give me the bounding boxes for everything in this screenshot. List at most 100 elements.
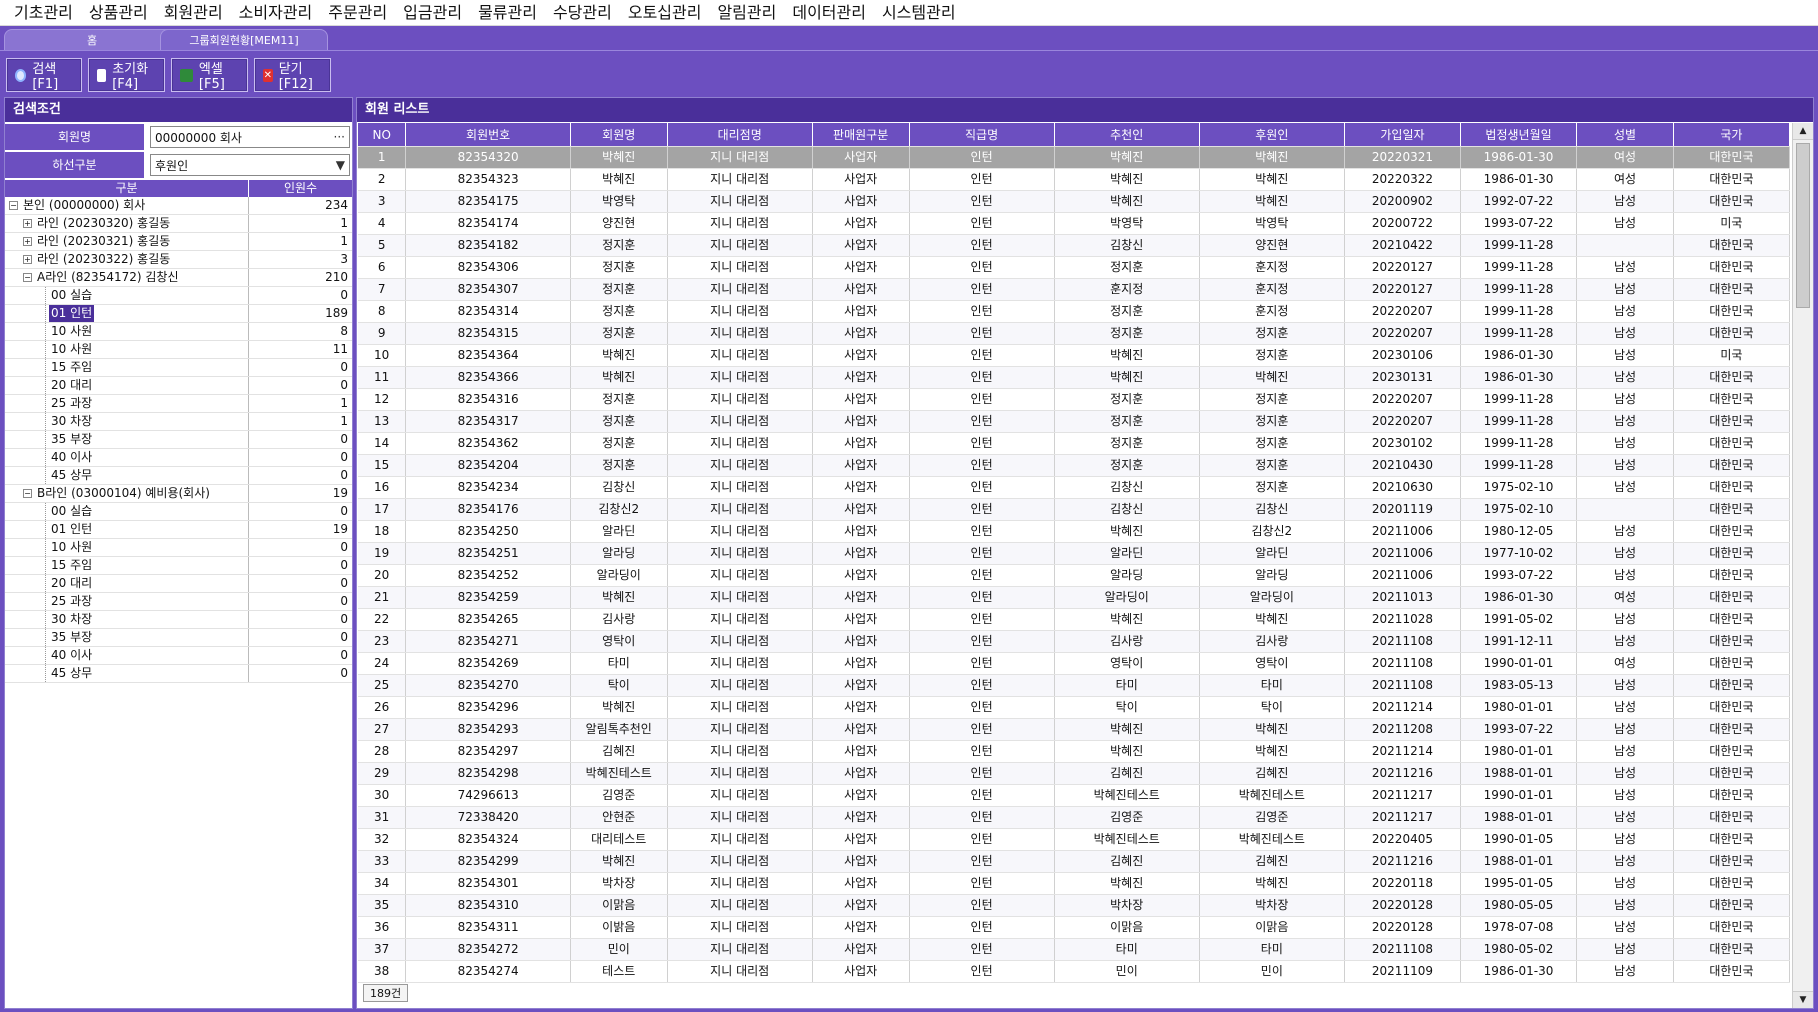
menu-item[interactable]: 회원관리 [156, 1, 231, 25]
tree-row[interactable]: 01 인턴 189 [5, 305, 352, 323]
table-row[interactable]: 9 82354315 정지훈 지니 대리점 사업자 인턴 정지훈 정지훈 20220207 199… [358, 323, 1790, 345]
tree-row[interactable]: 30 차장 1 [5, 413, 352, 431]
table-row[interactable]: 21 82354259 박혜진 지니 대리점 사업자 인턴 알라딩이 알라딩이 20211013… [358, 587, 1790, 609]
tree-row[interactable]: 20 대리 0 [5, 377, 352, 395]
expand-icon[interactable]: + [23, 255, 32, 264]
column-header[interactable]: 판매원구분 [813, 123, 910, 146]
tree-row[interactable]: 45 상무 0 [5, 467, 352, 485]
tree-row[interactable]: + 라인 (20230322) 홍길동 3 [5, 251, 352, 269]
table-row[interactable]: 12 82354316 정지훈 지니 대리점 사업자 인턴 정지훈 정지훈 20220207 19… [358, 389, 1790, 411]
tree-row[interactable]: 00 실습 0 [5, 287, 352, 305]
tree-row[interactable]: 35 부장 0 [5, 629, 352, 647]
table-row[interactable]: 4 82354174 양진현 지니 대리점 사업자 인턴 박영탁 박영탁 20200722 199… [358, 213, 1790, 235]
tree-row[interactable]: 10 사원 8 [5, 323, 352, 341]
column-header[interactable]: NO [358, 123, 407, 146]
tree-row[interactable]: 35 부장 0 [5, 431, 352, 449]
column-header[interactable]: 회원번호 [406, 123, 571, 146]
column-header[interactable]: 법정생년월일 [1461, 123, 1578, 146]
table-row[interactable]: 8 82354314 정지훈 지니 대리점 사업자 인턴 정지훈 훈지정 20220207 199… [358, 301, 1790, 323]
table-row[interactable]: 26 82354296 박혜진 지니 대리점 사업자 인턴 탁이 탁이 20211214 1980… [358, 697, 1790, 719]
table-row[interactable]: 33 82354299 박혜진 지니 대리점 사업자 인턴 김혜진 김혜진 20211216 19… [358, 851, 1790, 873]
table-row[interactable]: 36 82354311 이밝음 지니 대리점 사업자 인턴 이맑음 이맑음 20220128 19… [358, 917, 1790, 939]
table-row[interactable]: 24 82354269 타미 지니 대리점 사업자 인턴 영탁이 영탁이 20211108 199… [358, 653, 1790, 675]
table-row[interactable]: 17 82354176 김창신2 지니 대리점 사업자 인턴 김창신 김창신 20201119 1… [358, 499, 1790, 521]
reset-button[interactable]: 초기화[F4] [88, 58, 165, 92]
column-header[interactable]: 대리점명 [668, 123, 813, 146]
expand-icon[interactable]: + [23, 237, 32, 246]
menu-item[interactable]: 시스템관리 [874, 1, 964, 25]
table-row[interactable]: 28 82354297 김혜진 지니 대리점 사업자 인턴 박혜진 박혜진 20211214 19… [358, 741, 1790, 763]
table-row[interactable]: 5 82354182 정지훈 지니 대리점 사업자 인턴 김창신 양진현 20210422 199… [358, 235, 1790, 257]
lower-type-select[interactable]: 후원인 ▼ [150, 154, 350, 176]
column-header[interactable]: 가입일자 [1345, 123, 1461, 146]
tree-row[interactable]: 30 차장 0 [5, 611, 352, 629]
tree-row[interactable]: + 라인 (20230321) 홍길동 1 [5, 233, 352, 251]
tree-row[interactable]: 10 사원 11 [5, 341, 352, 359]
menu-item[interactable]: 기초관리 [6, 1, 81, 25]
table-row[interactable]: 38 82354274 테스트 지니 대리점 사업자 인턴 민이 민이 20211109 1986… [358, 961, 1790, 983]
table-row[interactable]: 13 82354317 정지훈 지니 대리점 사업자 인턴 정지훈 정지훈 20220207 19… [358, 411, 1790, 433]
table-row[interactable]: 19 82354251 알라딩 지니 대리점 사업자 인턴 알라딘 알라딘 20211006 19… [358, 543, 1790, 565]
table-row[interactable]: 6 82354306 정지훈 지니 대리점 사업자 인턴 정지훈 훈지정 20220127 199… [358, 257, 1790, 279]
menu-item[interactable]: 물류관리 [470, 1, 545, 25]
tab-group-member-status[interactable]: 그룹회원현황[MEM11] [160, 29, 328, 50]
menu-item[interactable]: 주문관리 [320, 1, 395, 25]
table-row[interactable]: 37 82354272 민이 지니 대리점 사업자 인턴 타미 타미 20211108 1980-… [358, 939, 1790, 961]
collapse-icon[interactable]: − [23, 489, 32, 498]
table-row[interactable]: 34 82354301 박차장 지니 대리점 사업자 인턴 박혜진 박혜진 20220118 19… [358, 873, 1790, 895]
tab-home[interactable]: 홈 [4, 29, 180, 50]
tree-row[interactable]: 25 과장 0 [5, 593, 352, 611]
close-button[interactable]: ✕ 닫기[F12] [254, 58, 331, 92]
tree-row[interactable]: 25 과장 1 [5, 395, 352, 413]
table-row[interactable]: 35 82354310 이맑음 지니 대리점 사업자 인턴 박차장 박차장 20220128 19… [358, 895, 1790, 917]
menu-item[interactable]: 데이터관리 [784, 1, 874, 25]
table-row[interactable]: 29 82354298 박혜진테스트 지니 대리점 사업자 인턴 김혜진 김혜진 2021121… [358, 763, 1790, 785]
scroll-up-icon[interactable]: ▲ [1793, 123, 1813, 140]
tree-row[interactable]: 40 이사 0 [5, 449, 352, 467]
excel-button[interactable]: 엑셀[F5] [171, 58, 248, 92]
search-button[interactable]: 검색[F1] [6, 58, 82, 92]
tree-row[interactable]: 40 이사 0 [5, 647, 352, 665]
table-row[interactable]: 16 82354234 김창신 지니 대리점 사업자 인턴 김창신 정지훈 20210630 19… [358, 477, 1790, 499]
menu-item[interactable]: 수당관리 [545, 1, 620, 25]
lookup-button[interactable]: ··· [334, 130, 345, 144]
menu-item[interactable]: 입금관리 [395, 1, 470, 25]
table-row[interactable]: 23 82354271 영탁이 지니 대리점 사업자 인턴 김사랑 김사랑 20211108 19… [358, 631, 1790, 653]
table-row[interactable]: 14 82354362 정지훈 지니 대리점 사업자 인턴 정지훈 정지훈 20230102 19… [358, 433, 1790, 455]
table-row[interactable]: 3 82354175 박영탁 지니 대리점 사업자 인턴 박혜진 박혜진 20200902 199… [358, 191, 1790, 213]
column-header[interactable]: 직급명 [910, 123, 1055, 146]
table-row[interactable]: 15 82354204 정지훈 지니 대리점 사업자 인턴 정지훈 정지훈 20210430 19… [358, 455, 1790, 477]
table-row[interactable]: 32 82354324 대리테스트 지니 대리점 사업자 인턴 박혜진테스트 박혜진테스트 20… [358, 829, 1790, 851]
column-header[interactable]: 성별 [1577, 123, 1674, 146]
column-header[interactable]: 추천인 [1055, 123, 1200, 146]
table-row[interactable]: 1 82354320 박혜진 지니 대리점 사업자 인턴 박혜진 박혜진 20220321 198… [358, 147, 1790, 169]
tree-row[interactable]: 00 실습 0 [5, 503, 352, 521]
column-header[interactable]: 회원명 [571, 123, 668, 146]
table-row[interactable]: 31 72338420 안현준 지니 대리점 사업자 인턴 김영준 김영준 20211217 19… [358, 807, 1790, 829]
scroll-down-icon[interactable]: ▼ [1793, 991, 1813, 1008]
vertical-scrollbar[interactable]: ▲ ▼ [1792, 123, 1813, 1008]
menu-item[interactable]: 오토십관리 [620, 1, 710, 25]
tree-row[interactable]: 45 상무 0 [5, 665, 352, 683]
tree-row[interactable]: 10 사원 0 [5, 539, 352, 557]
chevron-down-icon[interactable]: ▼ [336, 158, 345, 172]
tree-row[interactable]: − B라인 (03000104) 예비용(회사) 19 [5, 485, 352, 503]
table-row[interactable]: 2 82354323 박혜진 지니 대리점 사업자 인턴 박혜진 박혜진 20220322 198… [358, 169, 1790, 191]
collapse-icon[interactable]: − [23, 273, 32, 282]
menu-item[interactable]: 알림관리 [709, 1, 784, 25]
table-row[interactable]: 18 82354250 알라딘 지니 대리점 사업자 인턴 박혜진 김창신2 20211006 1… [358, 521, 1790, 543]
column-header[interactable]: 후원인 [1200, 123, 1345, 146]
table-row[interactable]: 7 82354307 정지훈 지니 대리점 사업자 인턴 훈지정 훈지정 20220127 199… [358, 279, 1790, 301]
tree-row[interactable]: 15 주임 0 [5, 557, 352, 575]
collapse-icon[interactable]: − [9, 201, 18, 210]
tree-row[interactable]: + 라인 (20230320) 홍길동 1 [5, 215, 352, 233]
tree-row[interactable]: − A라인 (82354172) 김창신 210 [5, 269, 352, 287]
table-row[interactable]: 10 82354364 박혜진 지니 대리점 사업자 인턴 박혜진 정지훈 20230106 19… [358, 345, 1790, 367]
table-row[interactable]: 22 82354265 김사랑 지니 대리점 사업자 인턴 박혜진 박혜진 20211028 19… [358, 609, 1790, 631]
table-row[interactable]: 11 82354366 박혜진 지니 대리점 사업자 인턴 박혜진 박혜진 20230131 19… [358, 367, 1790, 389]
table-row[interactable]: 27 82354293 알림톡추천인 지니 대리점 사업자 인턴 박혜진 박혜진 2021120… [358, 719, 1790, 741]
tree-row[interactable]: − 본인 (00000000) 회사 234 [5, 197, 352, 215]
column-header[interactable]: 국가 [1674, 123, 1790, 146]
tree-row[interactable]: 01 인턴 19 [5, 521, 352, 539]
table-row[interactable]: 25 82354270 탁이 지니 대리점 사업자 인턴 타미 타미 20211108 1983-… [358, 675, 1790, 697]
